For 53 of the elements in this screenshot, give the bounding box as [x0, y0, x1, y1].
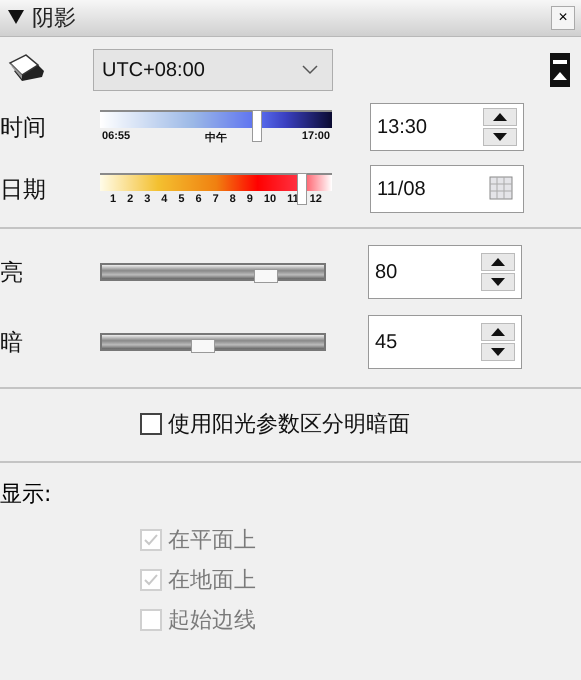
time-tick-label: 中午: [205, 130, 227, 144]
checkmark-icon: [143, 573, 159, 587]
timezone-dropdown[interactable]: UTC+08:00: [93, 49, 333, 91]
time-slider[interactable]: [100, 110, 332, 142]
up-arrow-icon: [493, 113, 507, 121]
spin-up-button[interactable]: [483, 108, 517, 126]
spin-up-button[interactable]: [481, 253, 515, 271]
month-tick-label: 3: [144, 193, 150, 205]
slider-thumb[interactable]: [191, 339, 216, 353]
time-tick-label: 06:55: [102, 130, 130, 144]
collapse-triangle-icon[interactable]: [8, 10, 24, 24]
time-label: 时间: [0, 114, 47, 142]
month-tick-label: 6: [195, 193, 202, 205]
time-tick-label: 17:00: [302, 130, 330, 144]
shade-slider[interactable]: [100, 263, 326, 281]
month-tick-label: 4: [161, 193, 168, 205]
slider-thumb[interactable]: [252, 110, 262, 142]
down-arrow-icon: [491, 278, 505, 286]
month-tick-label: 1: [110, 193, 116, 205]
checkbox-label[interactable]: 使用阳光参数区分明暗面: [140, 409, 581, 439]
date-field[interactable]: 11/08: [370, 165, 524, 213]
shade-label: 亮: [0, 258, 24, 288]
shade-field[interactable]: 45: [368, 315, 522, 369]
display-label: 显示:: [0, 482, 52, 507]
spin-down-button[interactable]: [483, 128, 517, 146]
close-button[interactable]: ×: [551, 6, 575, 30]
month-tick-label: 12: [310, 193, 322, 205]
spin-up-button[interactable]: [481, 323, 515, 341]
month-tick-label: 5: [178, 193, 184, 205]
checkmark-icon: [143, 533, 159, 547]
up-arrow-icon: [491, 328, 505, 336]
date-slider[interactable]: [100, 173, 332, 205]
time-field[interactable]: 13:30: [370, 103, 524, 151]
month-tick-label: 9: [246, 193, 253, 205]
spin-down-button[interactable]: [481, 273, 515, 291]
date-label: 日期: [0, 176, 47, 204]
spin-down-button[interactable]: [481, 343, 515, 361]
shade-slider[interactable]: [100, 333, 326, 351]
shade-label: 暗: [0, 328, 24, 358]
panel-title: 阴影: [32, 5, 77, 33]
down-arrow-icon: [493, 133, 507, 141]
month-tick-label: 2: [127, 193, 134, 205]
shade-field[interactable]: 80: [368, 245, 522, 299]
month-tick-label: 11: [287, 193, 299, 205]
up-arrow-icon: [491, 258, 505, 266]
month-tick-label: 7: [212, 193, 219, 205]
slider-thumb[interactable]: [297, 173, 308, 205]
down-arrow-icon: [491, 348, 505, 356]
slider-thumb[interactable]: [254, 269, 278, 283]
collapse-icon[interactable]: [549, 52, 571, 88]
month-tick-label: 8: [230, 193, 236, 205]
month-tick-label: 10: [264, 193, 276, 205]
chevron-down-icon: [302, 65, 318, 75]
